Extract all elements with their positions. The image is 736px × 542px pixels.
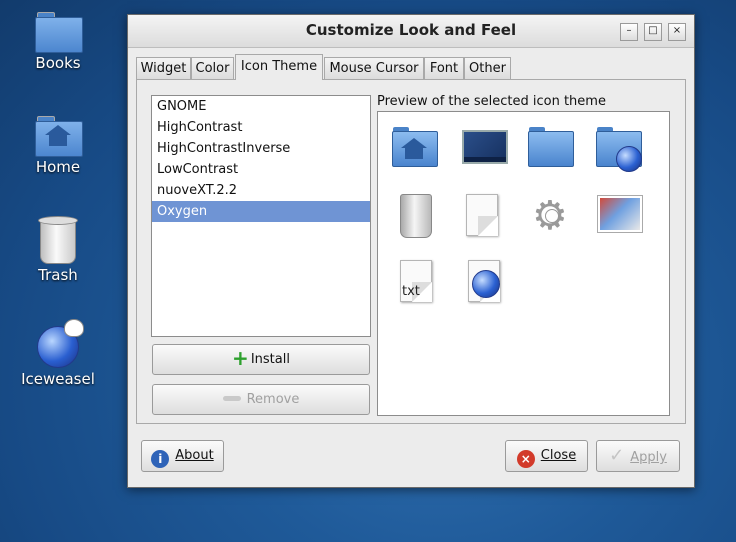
remove-label: Remove: [246, 392, 300, 407]
list-item[interactable]: nuoveXT.2.2: [152, 180, 370, 201]
add-icon: +: [232, 346, 249, 370]
desktop-icon-label: Books: [35, 54, 81, 72]
icon-theme-panel: GNOME HighContrast HighContrastInverse L…: [136, 79, 686, 424]
desktop-icon-label: Iceweasel: [21, 370, 95, 388]
info-icon: i: [151, 450, 170, 468]
tab-icon-theme[interactable]: Icon Theme: [235, 54, 323, 80]
desktop-icon-label: Trash: [38, 266, 78, 284]
checkmark-icon: ✓: [609, 445, 625, 466]
title-bar[interactable]: Customize Look and Feel – □ ×: [128, 15, 694, 48]
document-icon: [458, 192, 506, 240]
desktop-icon: [460, 124, 508, 172]
trash-icon: [392, 192, 440, 240]
tab-color[interactable]: Color: [191, 57, 234, 79]
about-button[interactable]: i About: [141, 440, 224, 472]
minimize-button[interactable]: –: [620, 23, 638, 41]
home-folder-icon: [35, 116, 83, 157]
remove-icon: [222, 396, 241, 401]
tab-other[interactable]: Other: [464, 57, 511, 79]
network-folder-icon: [594, 124, 642, 172]
close-icon: ×: [516, 450, 535, 468]
list-item-selected[interactable]: Oxygen: [152, 201, 370, 222]
customize-dialog: Customize Look and Feel – □ × Widget Col…: [127, 14, 695, 488]
list-item[interactable]: HighContrastInverse: [152, 138, 370, 159]
tab-widget[interactable]: Widget: [136, 57, 191, 79]
close-window-button[interactable]: ×: [668, 23, 686, 41]
preview-label: Preview of the selected icon theme: [377, 94, 606, 109]
desktop-icon-label: Home: [35, 158, 81, 176]
settings-gear-icon: ⚙: [532, 193, 568, 239]
remove-button[interactable]: Remove: [152, 384, 370, 415]
install-label: Install: [250, 352, 290, 367]
folder-icon: [526, 124, 574, 172]
apply-button[interactable]: ✓ Apply: [596, 440, 680, 472]
about-label: About: [175, 448, 214, 463]
list-item[interactable]: LowContrast: [152, 159, 370, 180]
tab-mouse-cursor[interactable]: Mouse Cursor: [324, 57, 424, 79]
icon-preview-area: ⚙ txt: [377, 111, 670, 416]
home-folder-icon: [390, 124, 438, 172]
icon-theme-list[interactable]: GNOME HighContrast HighContrastInverse L…: [151, 95, 371, 337]
desktop-icon-iceweasel[interactable]: Iceweasel: [10, 319, 106, 388]
text-file-icon: txt: [392, 258, 440, 306]
folder-icon: [35, 12, 83, 53]
image-file-icon: [594, 192, 642, 240]
desktop-icon-books[interactable]: Books: [10, 12, 106, 72]
txt-label: txt: [402, 284, 420, 299]
desktop-icon-home[interactable]: Home: [10, 116, 106, 176]
close-button[interactable]: × Close: [505, 440, 588, 472]
web-browser-icon: [460, 258, 508, 306]
trash-icon: [38, 216, 78, 264]
tab-font[interactable]: Font: [424, 57, 464, 79]
install-button[interactable]: + Install: [152, 344, 370, 375]
list-item[interactable]: HighContrast: [152, 117, 370, 138]
list-item[interactable]: GNOME: [152, 96, 370, 117]
apply-label: Apply: [630, 450, 667, 465]
desktop-icon-trash[interactable]: Trash: [10, 216, 106, 284]
maximize-button[interactable]: □: [644, 23, 662, 41]
window-title: Customize Look and Feel: [305, 21, 517, 39]
iceweasel-icon: [37, 319, 84, 368]
close-label: Close: [540, 448, 577, 463]
